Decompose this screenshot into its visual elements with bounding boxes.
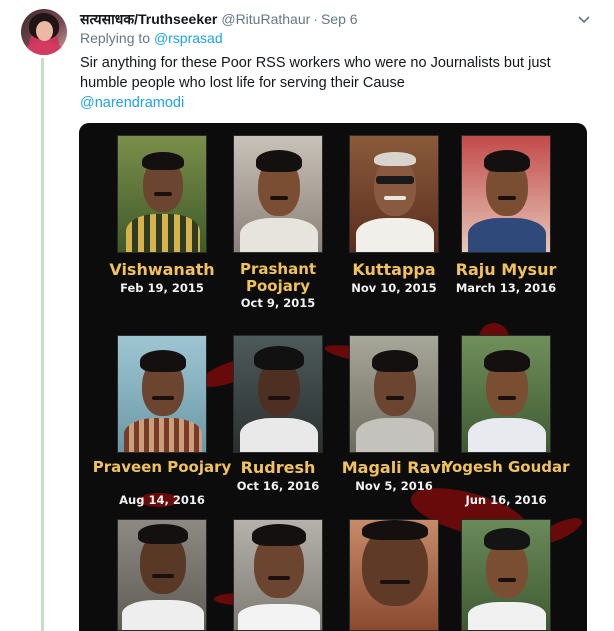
timestamp[interactable]: Sep 6 <box>321 11 358 27</box>
person-date: Oct 9, 2015 <box>240 296 316 310</box>
person-photo <box>349 135 439 253</box>
person-photo <box>461 519 551 631</box>
user-handle[interactable]: @RituRathaur <box>221 11 310 27</box>
chevron-down-icon[interactable] <box>574 10 594 30</box>
person-photo <box>117 335 207 453</box>
tweet-body: Sir anything for these Poor RSS workers … <box>80 55 551 91</box>
tweet-header: सत्यसाधक/Truthseeker @RituRathaur · Sep … <box>80 10 594 30</box>
person-date: Nov 5, 2016 <box>355 479 433 493</box>
person-photo <box>117 519 207 631</box>
person-date: Jun 16, 2016 <box>465 493 547 507</box>
person-photo <box>233 335 323 453</box>
tweet-image[interactable]: Vishwanath Feb 19, 2015 Prashant Poojary… <box>79 123 587 631</box>
reply-mention-link[interactable]: @rsprasad <box>154 30 223 46</box>
tweet-text: Sir anything for these Poor RSS workers … <box>80 53 600 113</box>
person-date: Aug 14, 2016 <box>119 493 205 507</box>
display-name[interactable]: सत्यसाधक/Truthseeker <box>80 10 217 29</box>
person-photo <box>349 519 439 631</box>
separator: · <box>313 11 318 27</box>
person-photo <box>233 135 323 253</box>
person-name: Raju Mysur <box>455 260 557 279</box>
person-date: March 13, 2016 <box>455 281 557 295</box>
person-photo <box>461 335 551 453</box>
replying-label: Replying to <box>80 30 151 46</box>
avatar[interactable] <box>21 9 67 55</box>
person-photo <box>117 135 207 253</box>
replying-to: Replying to @rsprasad <box>80 30 223 46</box>
person-photo <box>461 135 551 253</box>
person-photo <box>233 519 323 631</box>
person-photo <box>349 335 439 453</box>
thread-line <box>41 58 44 631</box>
person-name: Yogesh Goudar <box>442 458 570 476</box>
mention-link[interactable]: @narendramodi <box>80 93 600 113</box>
